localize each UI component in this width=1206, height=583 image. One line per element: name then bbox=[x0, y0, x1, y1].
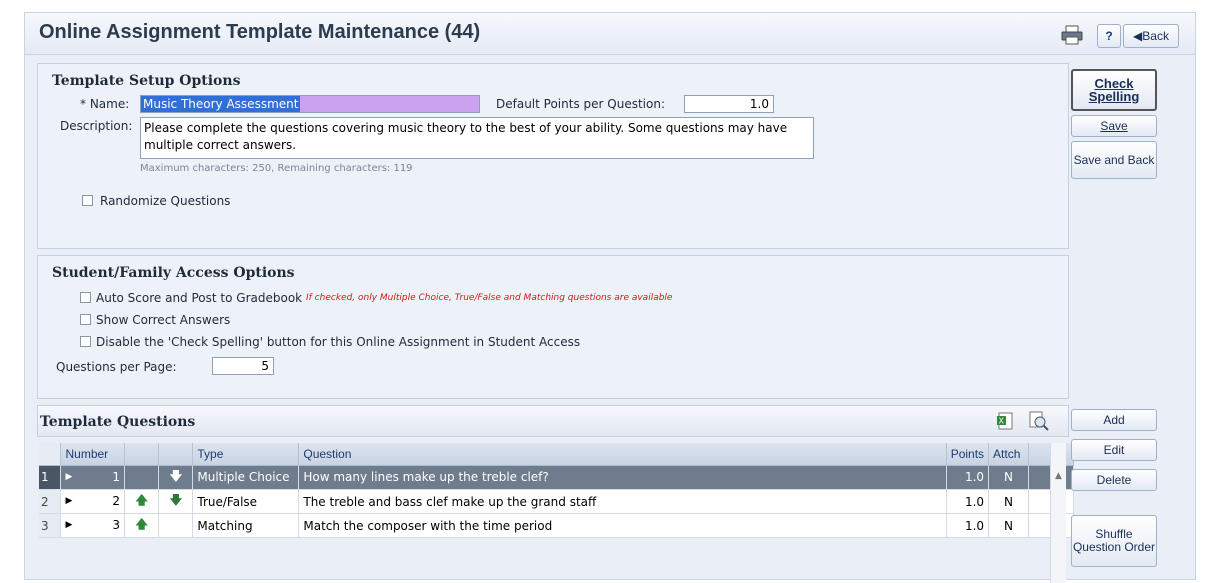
move-down-icon[interactable] bbox=[158, 513, 194, 538]
table-row[interactable]: 3 ▶ 3 🡅 Matching Match the composer with the … bbox=[39, 513, 1074, 538]
row-number-cell: 1 bbox=[39, 465, 62, 490]
move-up-icon[interactable] bbox=[124, 465, 160, 490]
auto-score-label: Auto Score and Post to Gradebook bbox=[96, 291, 303, 305]
char-info: Maximum characters: 250, Remaining chara… bbox=[140, 163, 413, 174]
per-page-value: 5 bbox=[261, 359, 269, 373]
per-page-field[interactable]: 5 bbox=[212, 357, 274, 375]
move-up-icon[interactable]: 🡅 bbox=[124, 513, 160, 538]
questions-title: Template Questions bbox=[40, 414, 196, 430]
add-button[interactable]: Add bbox=[1071, 409, 1157, 431]
export-excel-icon[interactable]: X bbox=[996, 412, 1014, 430]
title-bar: Online Assignment Template Maintenance (… bbox=[25, 13, 1195, 55]
setup-title: Template Setup Options bbox=[52, 73, 241, 89]
expand-icon[interactable]: ▶ bbox=[65, 472, 72, 482]
table-row[interactable]: 2 ▶ 2 🡅 🡇 True/False The treble and bass clef … bbox=[39, 489, 1074, 514]
col-up bbox=[124, 443, 160, 466]
attch-cell: N bbox=[988, 489, 1030, 514]
name-field[interactable]: Music Theory Assessment bbox=[140, 95, 480, 113]
scroll-up-icon[interactable]: ▲ bbox=[1051, 471, 1066, 481]
shuffle-label: Shuffle Question Order bbox=[1072, 527, 1156, 554]
col-type[interactable]: Type bbox=[192, 443, 300, 466]
number-cell: ▶ 2 bbox=[61, 489, 125, 514]
back-button[interactable]: ◀Back bbox=[1123, 24, 1179, 48]
edit-label: Edit bbox=[1103, 442, 1125, 457]
attch-cell: N bbox=[988, 513, 1030, 538]
check-spelling-button[interactable]: Check Spelling bbox=[1071, 69, 1157, 111]
main-frame: Online Assignment Template Maintenance (… bbox=[24, 12, 1196, 583]
page-title: Online Assignment Template Maintenance (… bbox=[39, 21, 481, 43]
number-cell: ▶ 3 bbox=[61, 513, 125, 538]
student-access-panel: Student/Family Access Options Auto Score… bbox=[37, 255, 1069, 399]
question-cell: Match the composer with the time period bbox=[298, 513, 947, 538]
row-number-cell: 2 bbox=[39, 489, 62, 514]
show-correct-label: Show Correct Answers bbox=[96, 313, 231, 327]
default-points-label: Default Points per Question: bbox=[496, 97, 665, 111]
question-cell: How many lines make up the treble clef? bbox=[298, 465, 947, 490]
col-attch[interactable]: Attch bbox=[988, 443, 1030, 466]
name-value: Music Theory Assessment bbox=[141, 96, 301, 112]
questions-table: Number Type Question Points Attch 1 ▶ 1 🡇 Mu… bbox=[39, 443, 1074, 538]
auto-score-note: If checked, only Multiple Choice, True/F… bbox=[306, 293, 673, 303]
back-label: ◀Back bbox=[1133, 29, 1169, 43]
check-spelling-label: Check Spelling bbox=[1088, 76, 1140, 104]
expand-icon[interactable]: ▶ bbox=[65, 496, 72, 506]
col-points[interactable]: Points bbox=[946, 443, 990, 466]
move-down-icon[interactable]: 🡇 bbox=[158, 489, 194, 514]
type-cell: Matching bbox=[192, 513, 300, 538]
points-cell: 1.0 bbox=[946, 465, 990, 490]
printer-icon[interactable] bbox=[1061, 25, 1085, 47]
question-number: 3 bbox=[112, 518, 120, 532]
per-page-label: Questions per Page: bbox=[56, 360, 177, 374]
template-setup-panel: Template Setup Options * Name: Music The… bbox=[37, 63, 1069, 249]
save-and-back-label: Save and Back bbox=[1073, 152, 1155, 167]
expand-icon[interactable]: ▶ bbox=[65, 520, 72, 530]
save-and-back-button[interactable]: Save and Back bbox=[1071, 141, 1157, 179]
type-cell: True/False bbox=[192, 489, 300, 514]
preview-icon[interactable] bbox=[1028, 411, 1050, 431]
edit-button[interactable]: Edit bbox=[1071, 439, 1157, 461]
col-down bbox=[158, 443, 194, 466]
col-number[interactable]: Number bbox=[60, 443, 126, 466]
points-cell: 1.0 bbox=[946, 489, 990, 514]
name-label: * Name: bbox=[80, 97, 130, 111]
randomize-checkbox[interactable] bbox=[82, 195, 93, 206]
help-icon: ? bbox=[1105, 29, 1113, 43]
type-cell: Multiple Choice bbox=[192, 465, 300, 490]
save-button[interactable]: Save bbox=[1071, 115, 1157, 137]
default-points-field[interactable]: 1.0 bbox=[684, 95, 774, 113]
points-cell: 1.0 bbox=[946, 513, 990, 538]
save-label: Save bbox=[1100, 118, 1128, 133]
randomize-label: Randomize Questions bbox=[100, 194, 231, 208]
questions-header: Template Questions X bbox=[37, 405, 1069, 437]
move-down-icon[interactable]: 🡇 bbox=[158, 465, 194, 490]
table-row[interactable]: 1 ▶ 1 🡇 Multiple Choice How many lines make u… bbox=[39, 465, 1074, 490]
svg-text:X: X bbox=[999, 417, 1005, 426]
question-cell: The treble and bass clef make up the gra… bbox=[298, 489, 947, 514]
row-number-cell: 3 bbox=[39, 513, 62, 538]
disable-spell-label: Disable the 'Check Spelling' button for … bbox=[96, 335, 581, 349]
shuffle-button[interactable]: Shuffle Question Order bbox=[1071, 515, 1157, 567]
student-title: Student/Family Access Options bbox=[52, 265, 295, 281]
question-number: 2 bbox=[112, 494, 120, 508]
delete-label: Delete bbox=[1096, 472, 1132, 487]
table-scrollbar[interactable]: ▲ bbox=[1050, 443, 1066, 583]
auto-score-checkbox[interactable] bbox=[80, 292, 91, 303]
show-correct-checkbox[interactable] bbox=[80, 314, 91, 325]
attch-cell: N bbox=[988, 465, 1030, 490]
col-question[interactable]: Question bbox=[298, 443, 947, 466]
default-points-value: 1.0 bbox=[749, 97, 769, 111]
table-header-row: Number Type Question Points Attch bbox=[39, 443, 1074, 466]
delete-button[interactable]: Delete bbox=[1071, 469, 1157, 491]
col-rownum bbox=[39, 443, 62, 466]
move-up-icon[interactable]: 🡅 bbox=[124, 489, 160, 514]
add-label: Add bbox=[1103, 412, 1125, 427]
question-number: 1 bbox=[112, 470, 120, 484]
description-value: Please complete the questions covering m… bbox=[144, 121, 788, 152]
number-cell: ▶ 1 bbox=[61, 465, 125, 490]
description-field[interactable]: Please complete the questions covering m… bbox=[140, 117, 814, 159]
help-button[interactable]: ? bbox=[1097, 24, 1121, 48]
description-label: Description: bbox=[60, 119, 133, 133]
disable-spell-checkbox[interactable] bbox=[80, 336, 91, 347]
